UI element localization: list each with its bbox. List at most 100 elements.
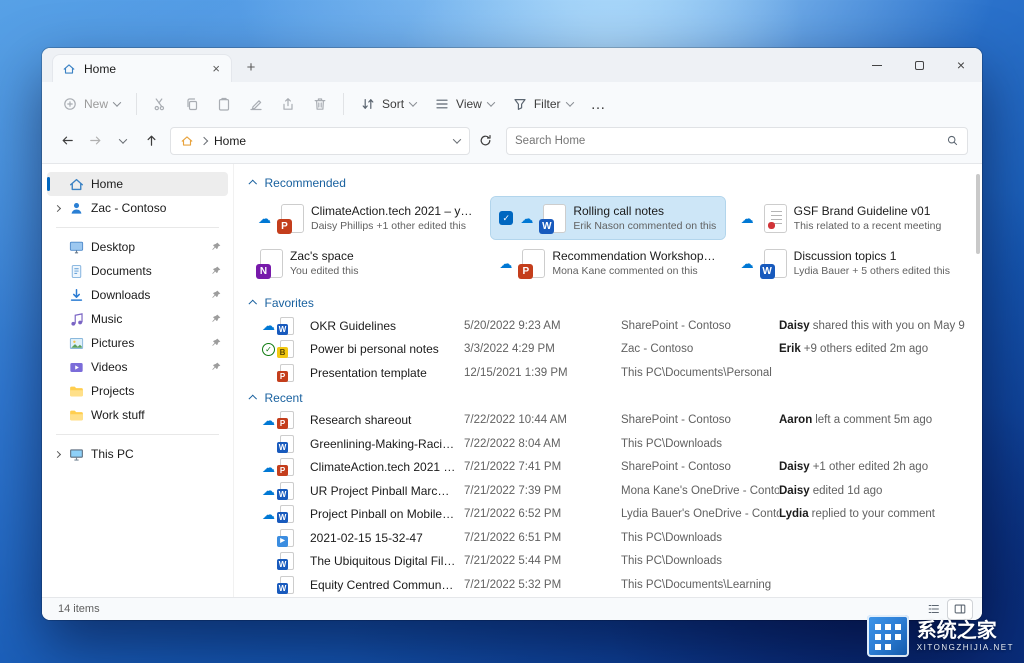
- recent-section-header[interactable]: Recent: [250, 387, 970, 409]
- videos-icon: [68, 359, 85, 376]
- recommended-card[interactable]: Recommendation Workshop Content Mona Kane…: [491, 242, 724, 284]
- delete-button[interactable]: [305, 90, 335, 118]
- file-row[interactable]: Research shareout 7/22/2022 10:44 AM Sha…: [250, 409, 970, 433]
- file-row[interactable]: OKR Guidelines 5/20/2022 9:23 AM SharePo…: [250, 314, 970, 338]
- recommended-card-selected[interactable]: ✓ Rolling call notesErik Nason commented…: [491, 197, 724, 239]
- sidebar-item-work-stuff[interactable]: Work stuff: [47, 403, 228, 427]
- file-activity: Erik+9 others edited 2m ago: [779, 343, 970, 355]
- view-label: View: [456, 97, 482, 111]
- content-pane: Recommended ClimateAction.tech 2021 – ye…: [234, 164, 982, 597]
- command-toolbar: New Sort View: [42, 82, 982, 126]
- sidebar-item-music[interactable]: Music: [47, 307, 228, 331]
- search-input[interactable]: [515, 135, 946, 147]
- sidebar-item-downloads[interactable]: Downloads: [47, 283, 228, 307]
- checkbox-checked-icon[interactable]: ✓: [499, 211, 513, 225]
- cloud-status-icon: [262, 484, 278, 497]
- chevron-down-icon: [119, 135, 127, 143]
- favorites-section-header[interactable]: Favorites: [250, 292, 970, 314]
- recommended-card[interactable]: Zac's spaceYou edited this: [250, 242, 483, 284]
- computer-icon: [68, 446, 85, 463]
- trash-icon: [312, 96, 328, 112]
- file-row[interactable]: ClimateAction.tech 2021 – year in review…: [250, 456, 970, 480]
- file-location: SharePoint - Contoso: [621, 320, 779, 332]
- sidebar-item-pictures[interactable]: Pictures: [47, 331, 228, 355]
- file-type-icon: [280, 435, 294, 453]
- chevron-right-icon[interactable]: [53, 204, 60, 211]
- sidebar-item-home[interactable]: Home: [47, 172, 228, 196]
- tab-close-icon[interactable]: ×: [210, 62, 222, 75]
- file-row[interactable]: Equity Centred Community Design 7/21/202…: [250, 573, 970, 597]
- filter-button[interactable]: Filter: [504, 90, 581, 118]
- file-date: 7/21/2022 6:52 PM: [464, 508, 621, 520]
- forward-button[interactable]: [82, 128, 108, 154]
- file-row[interactable]: Greenlining-Making-Racial-Equity-Rea... …: [250, 432, 970, 456]
- file-row[interactable]: Presentation template 12/15/2021 1:39 PM…: [250, 361, 970, 385]
- view-button[interactable]: View: [426, 90, 502, 118]
- card-subtitle: Lydia Bauer + 5 others edited this: [794, 265, 950, 277]
- file-row[interactable]: UR Project Pinball March Notes 7/21/2022…: [250, 479, 970, 503]
- share-button[interactable]: [273, 90, 303, 118]
- view-icon: [434, 96, 450, 112]
- paste-button[interactable]: [209, 90, 239, 118]
- file-row[interactable]: The Ubiquitous Digital File A Review o..…: [250, 550, 970, 574]
- chevron-up-icon: [249, 395, 257, 403]
- file-row[interactable]: Project Pinball on Mobile KickOff 7/21/2…: [250, 503, 970, 527]
- new-button[interactable]: New: [54, 90, 128, 118]
- file-type-icon: [280, 529, 294, 547]
- file-location: This PC\Documents\Learning: [621, 579, 779, 591]
- cloud-status-icon: [741, 212, 755, 225]
- file-row[interactable]: 2021-02-15 15-32-47 7/21/2022 6:51 PM Th…: [250, 526, 970, 550]
- cut-button[interactable]: [145, 90, 175, 118]
- copy-button[interactable]: [177, 90, 207, 118]
- file-date: 7/21/2022 7:41 PM: [464, 461, 621, 473]
- file-location: Zac - Contoso: [621, 343, 779, 355]
- file-activity: Aaronleft a comment 5m ago: [779, 414, 970, 426]
- sidebar-item-videos[interactable]: Videos: [47, 355, 228, 379]
- chevron-right-icon[interactable]: [53, 450, 60, 457]
- rename-button[interactable]: [241, 90, 271, 118]
- search-box: [506, 127, 968, 155]
- window-controls: ×: [856, 48, 982, 82]
- card-subtitle: Mona Kane commented on this: [552, 265, 716, 277]
- back-button[interactable]: [54, 128, 80, 154]
- sidebar-item-documents[interactable]: Documents: [47, 259, 228, 283]
- card-subtitle: You edited this: [290, 265, 359, 277]
- sort-button[interactable]: Sort: [352, 90, 424, 118]
- card-title: Recommendation Workshop Content: [552, 249, 716, 263]
- minimize-button[interactable]: [856, 48, 898, 82]
- sidebar-item-desktop[interactable]: Desktop: [47, 235, 228, 259]
- refresh-button[interactable]: [472, 128, 498, 154]
- file-type-icon: [280, 505, 294, 523]
- breadcrumb-item-home[interactable]: Home: [214, 134, 246, 148]
- maximize-button[interactable]: [898, 48, 940, 82]
- file-location: This PC\Downloads: [621, 555, 779, 567]
- sidebar-item-projects[interactable]: Projects: [47, 379, 228, 403]
- breadcrumb[interactable]: Home: [170, 127, 470, 155]
- file-row[interactable]: Power bi personal notes 3/3/2022 4:29 PM…: [250, 338, 970, 362]
- recommended-card[interactable]: Discussion topics 1Lydia Bauer + 5 other…: [733, 242, 966, 284]
- tab-home[interactable]: Home ×: [52, 54, 232, 82]
- file-date: 3/3/2022 4:29 PM: [464, 343, 621, 355]
- recommended-grid: ClimateAction.tech 2021 – year in...Dais…: [250, 197, 966, 284]
- new-tab-button[interactable]: +: [238, 54, 264, 80]
- recent-locations-button[interactable]: [110, 128, 136, 154]
- more-options-button[interactable]: …: [583, 92, 615, 117]
- recommended-card[interactable]: GSF Brand Guideline v01This related to a…: [733, 197, 966, 239]
- rename-icon: [248, 96, 264, 112]
- address-dropdown-icon[interactable]: [453, 135, 461, 143]
- vertical-scrollbar[interactable]: [976, 174, 980, 254]
- toolbar-separator: [136, 93, 137, 115]
- recommended-section-header[interactable]: Recommended: [250, 172, 970, 194]
- sidebar-divider: [56, 434, 219, 435]
- status-bar: 14 items: [42, 597, 982, 620]
- recommended-card[interactable]: ClimateAction.tech 2021 – year in...Dais…: [250, 197, 483, 239]
- file-name: UR Project Pinball March Notes: [304, 484, 464, 498]
- file-date: 7/22/2022 8:04 AM: [464, 438, 621, 450]
- close-button[interactable]: ×: [940, 48, 982, 82]
- file-location: SharePoint - Contoso: [621, 461, 779, 473]
- file-type-icon: [280, 552, 294, 570]
- up-button[interactable]: [138, 128, 164, 154]
- sidebar-item-onedrive[interactable]: Zac - Contoso: [47, 196, 228, 220]
- sidebar-item-this-pc[interactable]: This PC: [47, 442, 228, 466]
- file-type-icon: [280, 364, 294, 382]
